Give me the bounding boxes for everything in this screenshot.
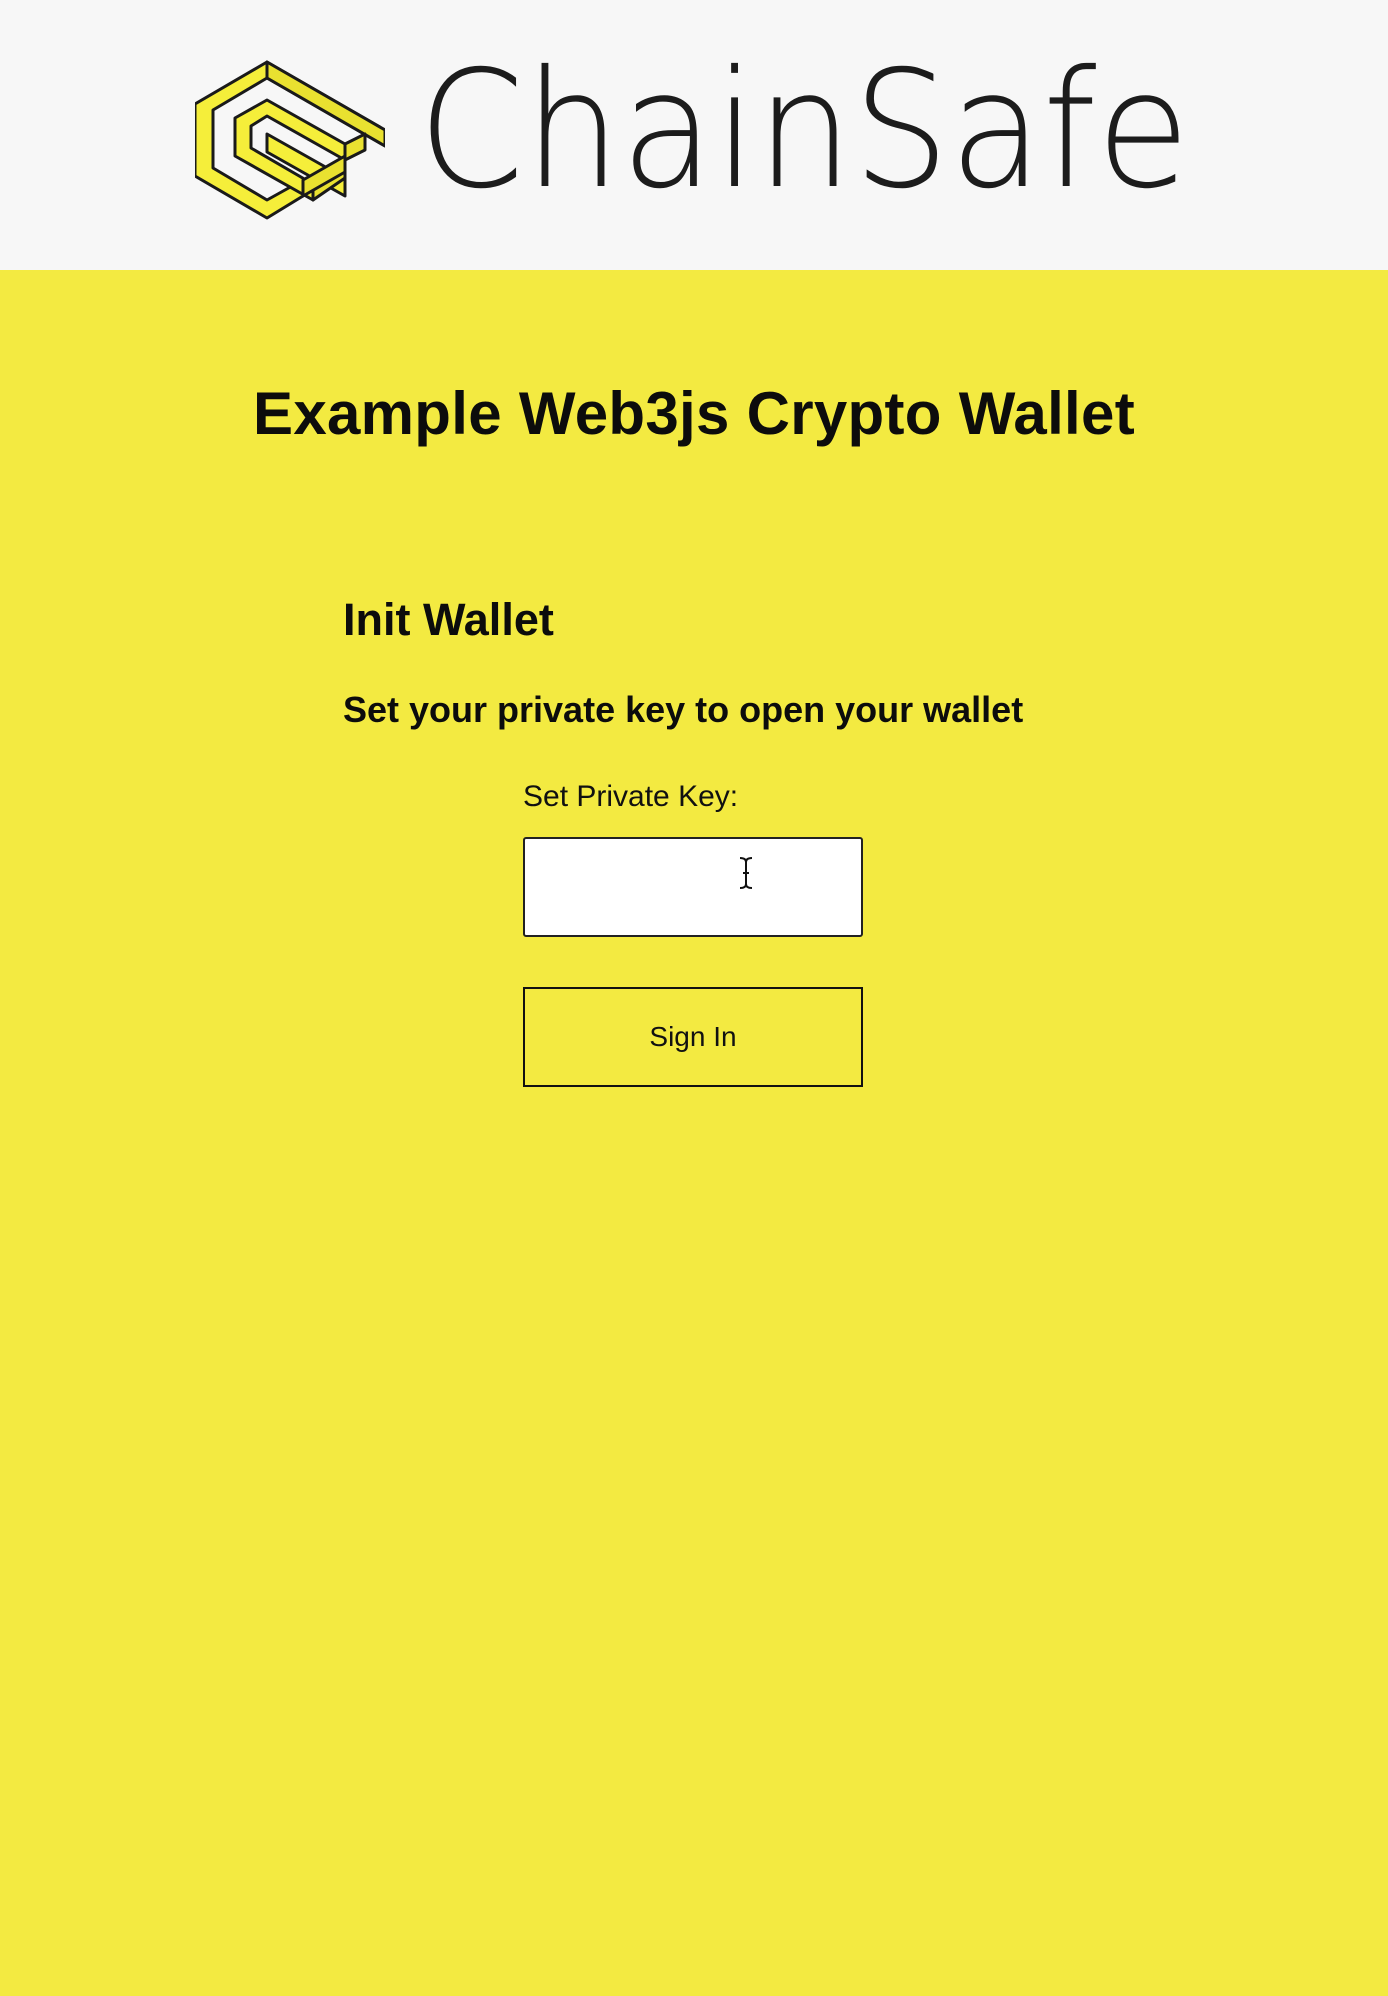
init-wallet-heading: Init Wallet [343, 594, 554, 645]
chainsafe-logo-icon [195, 60, 385, 220]
private-key-label: Set Private Key: [523, 780, 739, 813]
private-key-input[interactable] [523, 837, 863, 937]
init-wallet-subheading: Set your private key to open your wallet [343, 689, 1024, 730]
text-cursor-icon [739, 857, 753, 889]
chainsafe-wordmark: ChainSafe [418, 38, 1190, 198]
brand-name: ChainSafe [418, 38, 1190, 198]
sign-in-button[interactable]: Sign In [523, 987, 863, 1087]
site-header: ChainSafe [0, 0, 1388, 270]
wallet-main: Example Web3js Crypto Wallet Init Wallet… [0, 270, 1388, 1996]
page-title: Example Web3js Crypto Wallet [253, 380, 1135, 447]
